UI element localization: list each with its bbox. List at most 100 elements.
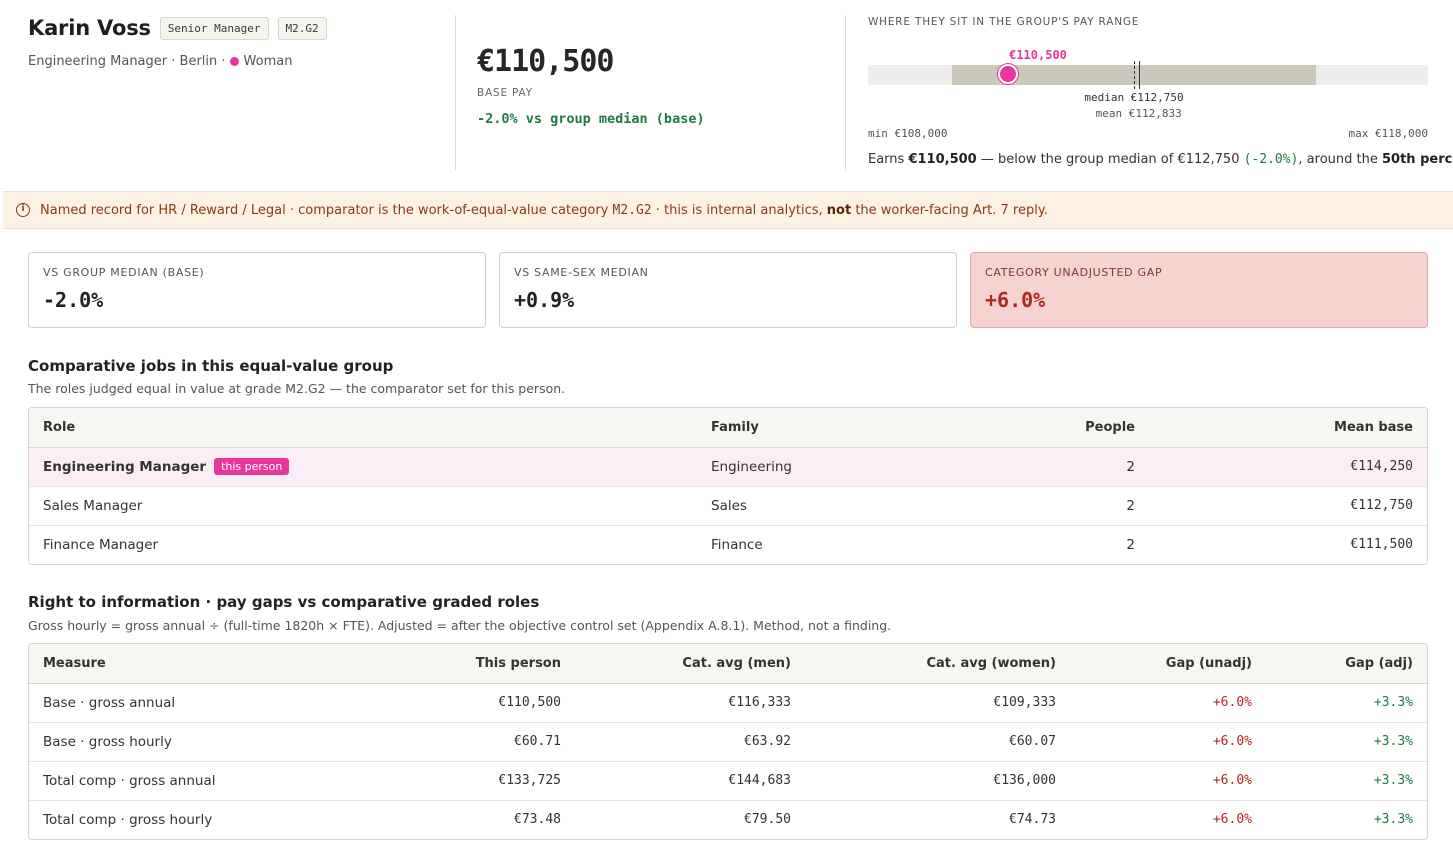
- stat-card-vs-group-median: VS GROUP MEDIAN (BASE) -2.0%: [28, 252, 486, 328]
- summary-text: — below the group median of €112,750: [976, 152, 1244, 167]
- this-person-badge: this person: [214, 458, 290, 475]
- column-header-this-person[interactable]: This person: [425, 644, 575, 684]
- base-pay-delta: -2.0% vs group median (base): [477, 111, 705, 127]
- range-summary: Earns €110,500 — below the group median …: [868, 152, 1453, 167]
- women-avg-cell: €109,333: [805, 683, 1070, 723]
- column-header-men-avg[interactable]: Cat. avg (men): [575, 644, 805, 684]
- table-header-row: Measure This person Cat. avg (men) Cat. …: [29, 644, 1427, 684]
- role-cell: Finance Manager: [43, 536, 159, 553]
- gap-adj-cell: +3.3%: [1266, 683, 1427, 723]
- table-header-row: Role Family People Mean base: [29, 408, 1427, 448]
- column-header-mean-base[interactable]: Mean base: [1149, 408, 1427, 448]
- gap-adj-cell: +3.3%: [1266, 722, 1427, 762]
- range-min-label: min €108,000: [868, 127, 948, 140]
- summary-delta: (-2.0%): [1243, 152, 1299, 167]
- table-row[interactable]: Base · gross annual €110,500 €116,333 €1…: [29, 683, 1427, 723]
- person-pay-marker-label: €110,500: [1009, 48, 1067, 62]
- meta-separator: ·: [167, 54, 180, 69]
- stat-card-value: -2.0%: [43, 288, 104, 312]
- mean-base-cell: €111,500: [1350, 537, 1413, 553]
- family-cell: Engineering: [697, 447, 957, 487]
- stat-card-category-gap: CATEGORY UNADJUSTED GAP +6.0%: [970, 252, 1428, 328]
- stat-cards: VS GROUP MEDIAN (BASE) -2.0% VS SAME-SEX…: [28, 252, 1428, 328]
- role-cell: Engineering Manager this person: [29, 447, 697, 487]
- column-header-people[interactable]: People: [957, 408, 1149, 448]
- mean-label: mean €112,833: [1095, 107, 1182, 120]
- summary-text: , around the: [1298, 152, 1382, 167]
- table-row[interactable]: Finance Manager Finance 2 €111,500: [29, 525, 1427, 564]
- stat-card-label: VS SAME-SEX MEDIAN: [514, 266, 649, 279]
- person-name: Karin Voss: [28, 16, 151, 40]
- men-avg-cell: €144,683: [575, 761, 805, 801]
- mean-base-cell: €114,250: [1149, 447, 1427, 487]
- person-header: Karin Voss Senior Manager M2.G2 Engineer…: [0, 0, 1453, 190]
- table-row[interactable]: Base · gross hourly €60.71 €63.92 €60.07…: [29, 722, 1427, 762]
- person-pay-marker[interactable]: [998, 64, 1018, 84]
- pay-range-title: WHERE THEY SIT IN THE GROUP'S PAY RANGE: [868, 16, 1140, 28]
- column-header-measure[interactable]: Measure: [29, 644, 425, 684]
- column-header-women-avg[interactable]: Cat. avg (women): [805, 644, 1070, 684]
- family-cell: Sales: [697, 486, 957, 526]
- base-pay-label: BASE PAY: [477, 87, 533, 99]
- table-row[interactable]: Sales Manager Sales 2 €112,750: [29, 486, 1427, 526]
- women-avg-cell: €60.07: [805, 722, 1070, 762]
- women-avg-cell: €74.73: [1009, 812, 1056, 828]
- mean-base-cell: €112,750: [1149, 486, 1427, 526]
- comparative-jobs-title: Comparative jobs in this equal-value gro…: [28, 357, 394, 375]
- stat-card-label: CATEGORY UNADJUSTED GAP: [985, 266, 1163, 279]
- median-label: median €112,750: [1084, 91, 1184, 104]
- people-cell: 2: [957, 486, 1149, 526]
- person-identity: Karin Voss Senior Manager M2.G2 Engineer…: [28, 16, 448, 69]
- base-pay-amount: €110,500: [477, 44, 614, 79]
- base-pay-block: €110,500 BASE PAY -2.0% vs group median …: [477, 44, 705, 127]
- person-value-cell: €60.71: [425, 722, 575, 762]
- person-meta: Engineering Manager · Berlin · Woman: [28, 54, 448, 69]
- summary-text: Earns: [868, 152, 909, 167]
- pay-range-track: [868, 61, 1428, 89]
- range-max-label: max €118,000: [1348, 127, 1428, 140]
- mean-line: [1138, 61, 1140, 89]
- column-header-gap-adj[interactable]: Gap (adj): [1266, 644, 1427, 684]
- measure-cell: Base · gross hourly: [29, 722, 425, 762]
- measure-cell: Base · gross annual: [29, 683, 425, 723]
- people-cell: 2: [1126, 536, 1135, 553]
- column-header-family[interactable]: Family: [697, 408, 957, 448]
- grade-chip: M2.G2: [277, 16, 327, 40]
- stat-card-vs-same-sex-median: VS SAME-SEX MEDIAN +0.9%: [499, 252, 957, 328]
- divider: [455, 15, 456, 170]
- family-cell: Finance: [711, 536, 763, 553]
- banner-emphasis: not: [826, 202, 852, 218]
- men-avg-cell: €116,333: [575, 683, 805, 723]
- person-value-cell: €110,500: [425, 683, 575, 723]
- level-chip: Senior Manager: [159, 16, 269, 40]
- men-avg-cell: €63.92: [575, 722, 805, 762]
- measure-cell: Total comp · gross annual: [29, 761, 425, 801]
- column-header-gap-unadj[interactable]: Gap (unadj): [1070, 644, 1266, 684]
- summary-percentile: 50th percentile: [1381, 152, 1453, 167]
- person-gender: Woman: [243, 54, 293, 69]
- banner-text-part: the worker-facing Art. 7 reply.: [851, 202, 1048, 218]
- table-row[interactable]: Total comp · gross hourly €73.48 €79.50 …: [29, 800, 1427, 839]
- gender-dot-icon: [229, 57, 239, 66]
- column-header-role[interactable]: Role: [29, 408, 697, 448]
- gap-unadj-cell: +6.0%: [1212, 812, 1252, 828]
- pay-gaps-title: Right to information · pay gaps vs compa…: [28, 593, 540, 611]
- gap-adj-cell: +3.3%: [1373, 812, 1413, 828]
- table-row-this-person[interactable]: Engineering Manager this person Engineeri…: [29, 447, 1427, 487]
- divider: [845, 15, 846, 170]
- gap-unadj-cell: +6.0%: [1070, 683, 1266, 723]
- role-name: Engineering Manager: [43, 459, 207, 475]
- banner-grade-code: M2.G2: [612, 202, 652, 218]
- banner-text: Named record for HR / Reward / Legal · c…: [40, 203, 1048, 218]
- people-cell: 2: [957, 447, 1149, 487]
- stat-card-value: +6.0%: [985, 288, 1046, 312]
- meta-separator: ·: [217, 54, 226, 69]
- measure-cell: Total comp · gross hourly: [43, 811, 213, 828]
- person-location: Berlin: [179, 54, 218, 69]
- table-row[interactable]: Total comp · gross annual €133,725 €144,…: [29, 761, 1427, 801]
- pay-gaps-subtitle: Gross hourly = gross annual ÷ (full-time…: [28, 618, 892, 633]
- men-avg-cell: €79.50: [744, 812, 791, 828]
- internal-analytics-banner: i Named record for HR / Reward / Legal ·…: [3, 191, 1453, 229]
- women-avg-cell: €136,000: [805, 761, 1070, 801]
- gap-adj-cell: +3.3%: [1266, 761, 1427, 801]
